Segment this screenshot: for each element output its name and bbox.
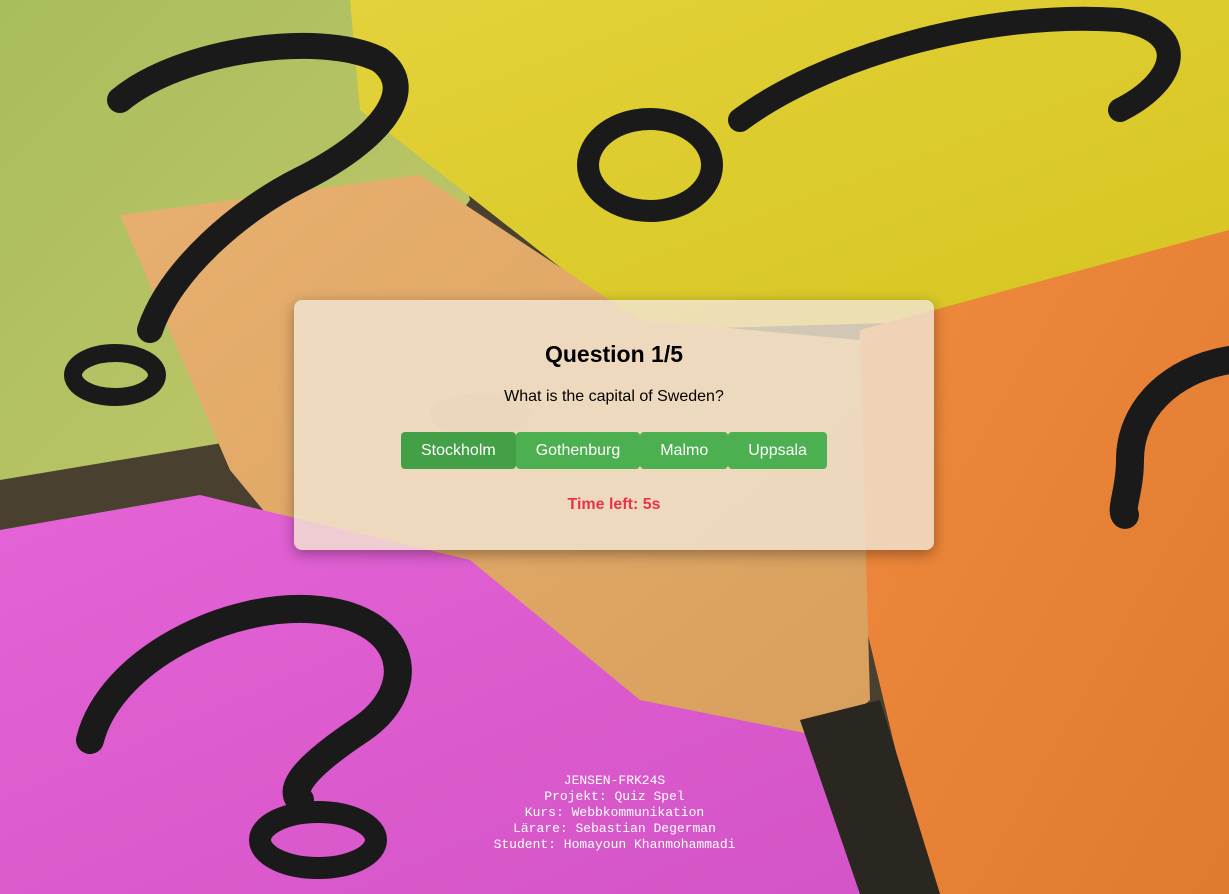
- quiz-card: Question 1/5 What is the capital of Swed…: [294, 300, 934, 550]
- footer-project: Projekt: Quiz Spel: [544, 789, 685, 804]
- question-title: Question 1/5: [544, 341, 684, 367]
- question-text: What is the capital of Sweden?: [504, 388, 724, 405]
- footer-teacher: Lärare: Sebastian Degerman: [513, 821, 716, 836]
- answer-button-stockholm[interactable]: Stockholm: [401, 432, 516, 469]
- footer-class: JENSEN-FRK24S: [563, 773, 666, 788]
- answer-button-uppsala[interactable]: Uppsala: [728, 432, 827, 469]
- answer-button-gothenburg[interactable]: Gothenburg: [515, 432, 641, 469]
- footer-course: Kurs: Webbkommunikation: [524, 805, 705, 820]
- footer-student: Student: Homayoun Khanmohammadi: [493, 837, 736, 852]
- timer-text: Time left: 5s: [567, 496, 661, 513]
- footer-credits: JENSEN-FRK24S Projekt: Quiz Spel Kurs: W…: [0, 773, 1229, 853]
- answer-button-malmo[interactable]: Malmo: [640, 432, 729, 469]
- answer-options: Stockholm Gothenburg Malmo Uppsala: [401, 432, 827, 469]
